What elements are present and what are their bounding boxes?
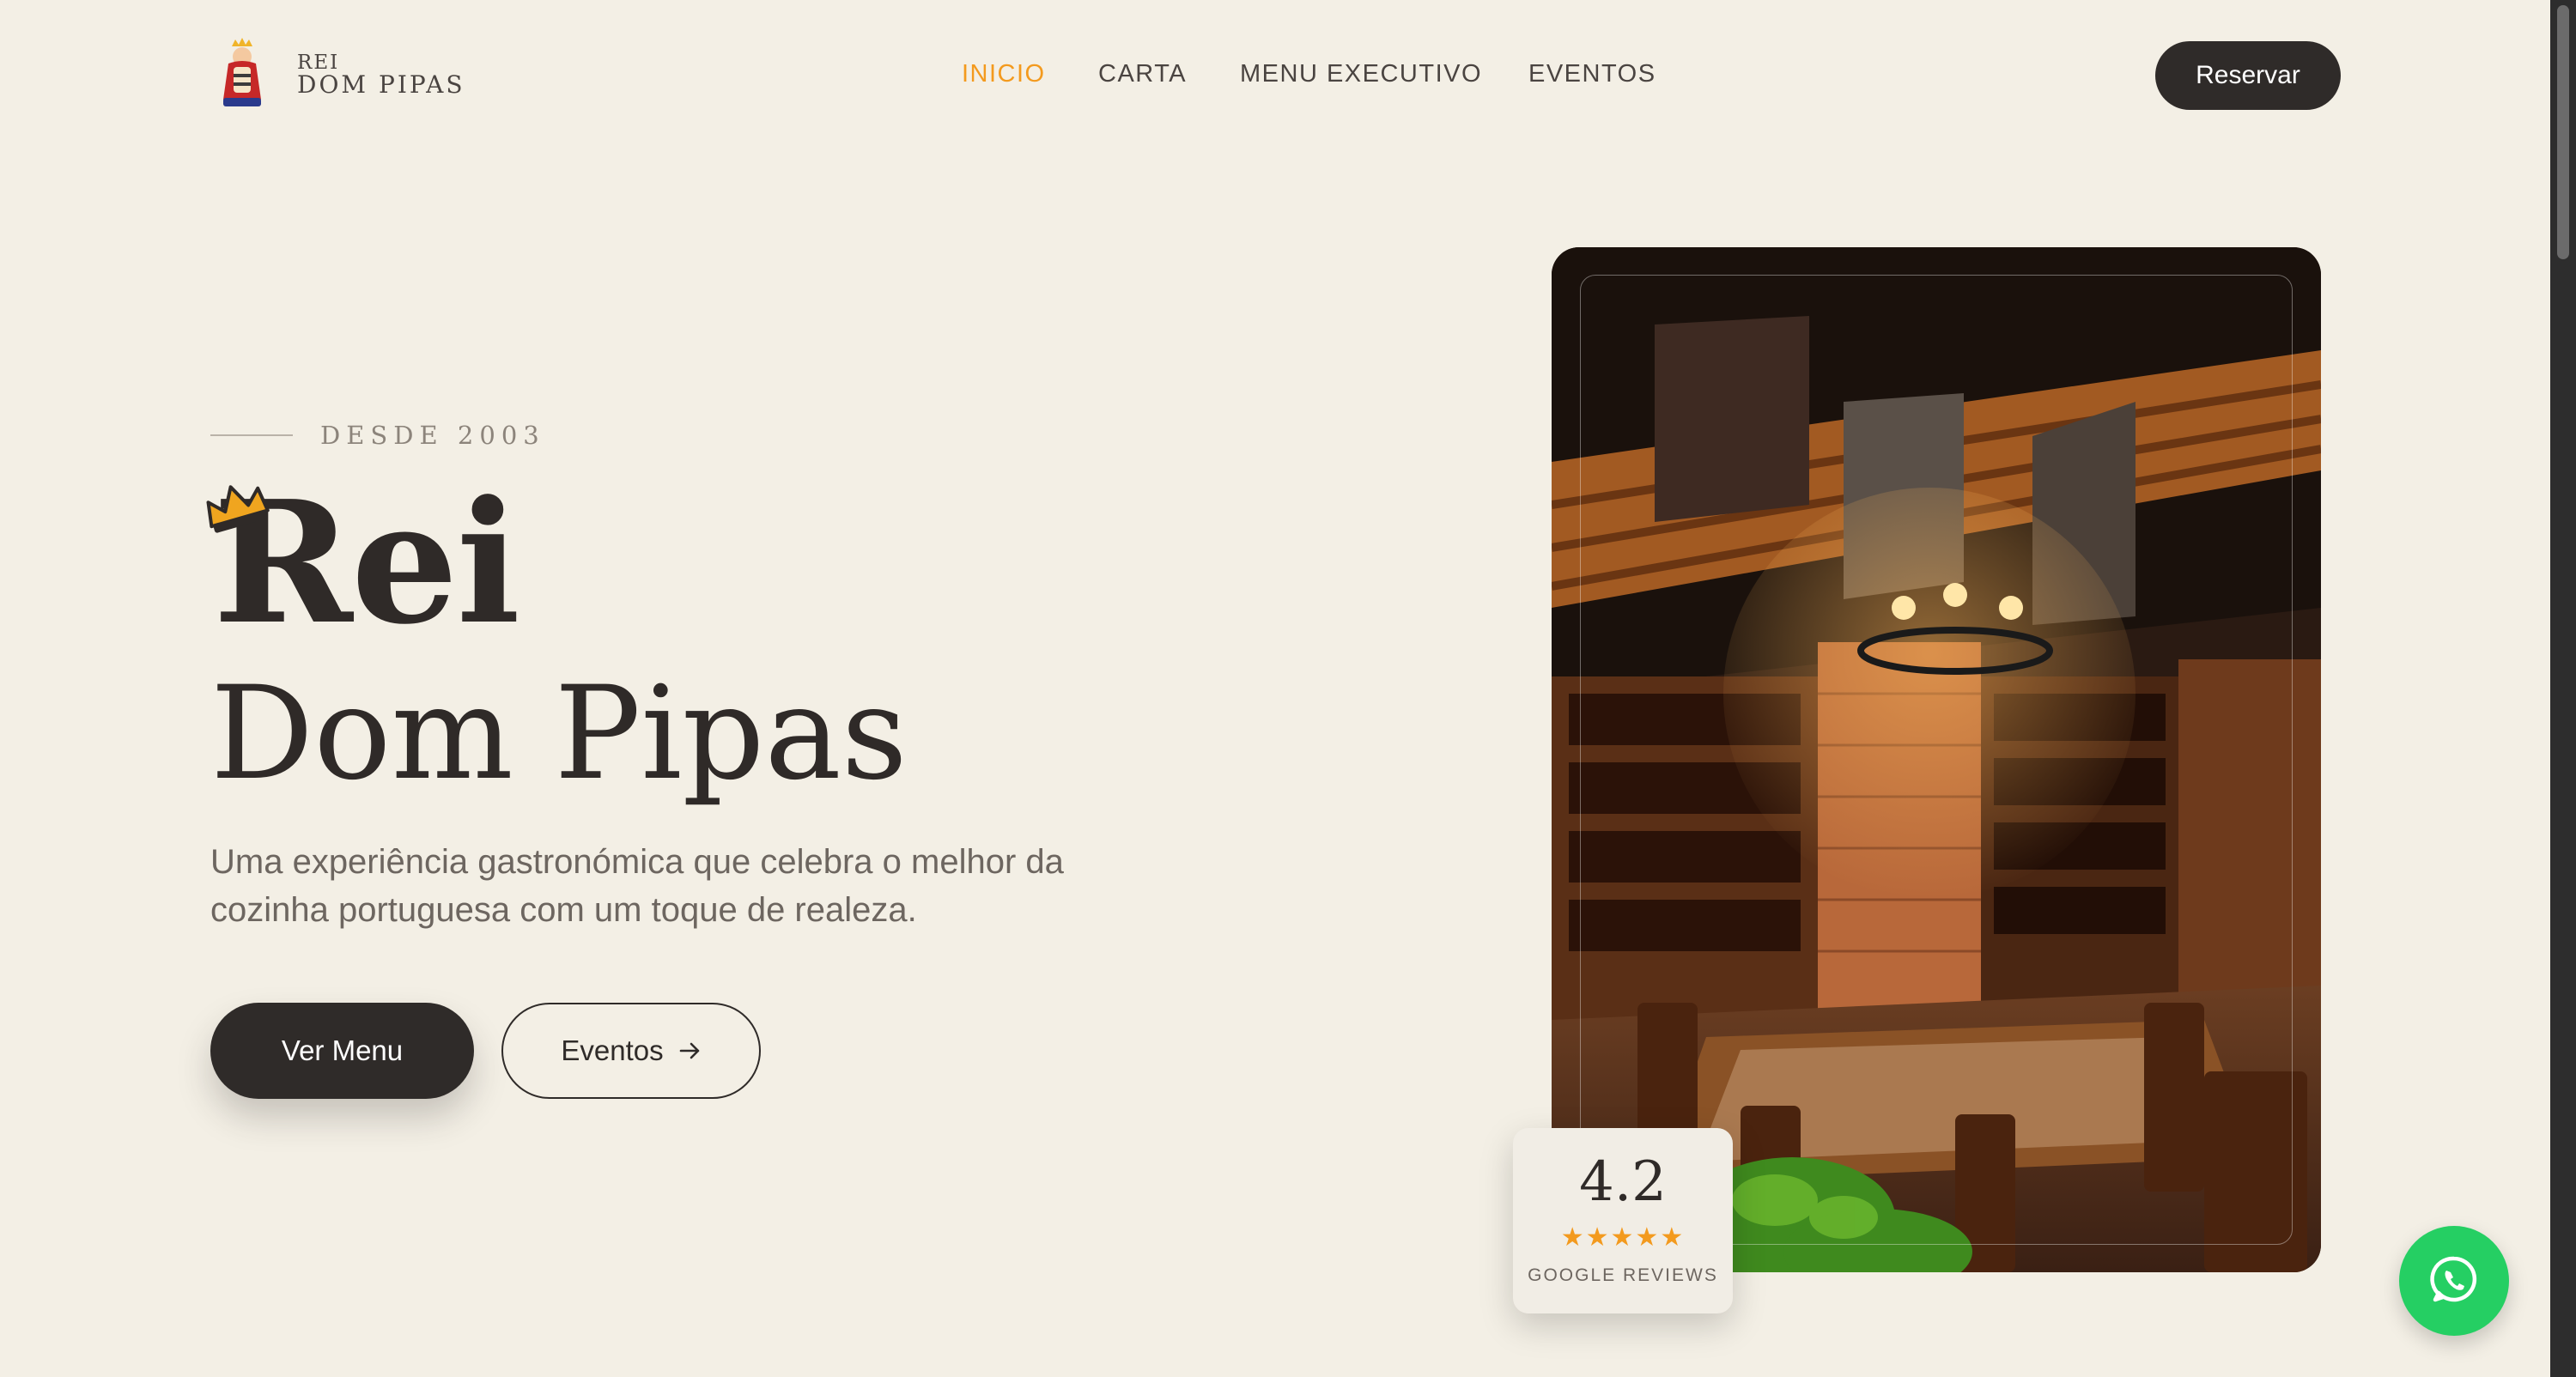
rating-score: 4.2 [1579,1150,1667,1214]
nav-item-inicio[interactable]: INICIO [962,60,1046,88]
view-menu-label: Ver Menu [281,1034,404,1066]
restaurant-interior-photo [1552,247,2321,1272]
brand-line2: DOM PIPAS [297,70,465,99]
eyebrow-text: DESDE 2003 [320,421,545,450]
nav-item-menu-executivo[interactable]: MENU EXECUTIVO [1240,60,1482,88]
king-mascot-icon [216,38,268,110]
nav-item-eventos[interactable]: EVENTOS [1528,60,1656,88]
brand-logo[interactable]: REI DOM PIPAS [216,38,465,110]
arrow-right-icon [679,1034,702,1067]
view-menu-button[interactable]: Ver Menu [210,1003,474,1099]
events-label: Eventos [561,1034,664,1066]
rating-source: GOOGLE REVIEWS [1528,1265,1718,1285]
hero-lead: Uma experiência gastronómica que celebra… [210,843,1064,929]
rating-stars-icon: ★★★★★ [1560,1222,1686,1253]
nav-item-carta[interactable]: CARTA [1098,60,1187,88]
scrollbar-thumb[interactable] [2557,5,2569,259]
crown-icon [203,481,273,537]
hero-title-line2: Dom Pipas [210,659,908,809]
eyebrow-divider [210,434,293,436]
since-eyebrow: DESDE 2003 [210,421,545,450]
google-rating-card: 4.2 ★★★★★ GOOGLE REVIEWS [1513,1128,1733,1313]
whatsapp-button[interactable] [2399,1226,2509,1336]
whatsapp-icon [2428,1253,2480,1308]
reserve-button[interactable]: Reservar [2155,41,2341,110]
events-button[interactable]: Eventos [501,1003,761,1099]
